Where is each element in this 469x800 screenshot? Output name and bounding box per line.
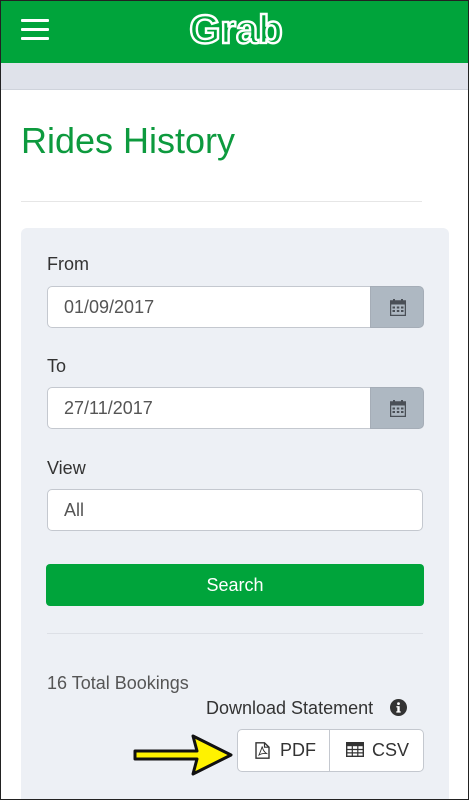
title-divider xyxy=(21,201,422,202)
view-label: View xyxy=(47,458,86,478)
top-app-bar: Grab xyxy=(1,1,468,63)
from-calendar-button[interactable] xyxy=(370,286,424,328)
svg-text:Grab: Grab xyxy=(189,8,282,52)
from-date-input[interactable]: 01/09/2017 xyxy=(47,286,371,328)
grab-logo: Grab xyxy=(188,7,284,53)
panel-divider xyxy=(47,633,423,634)
sub-header-bar xyxy=(1,63,468,90)
app-frame: Grab Rides History From 01/09/2017 To 27… xyxy=(0,0,469,800)
calendar-icon xyxy=(390,400,406,417)
download-button-group: PDF CSV xyxy=(237,729,424,772)
arrow-right-icon xyxy=(133,734,233,776)
table-icon xyxy=(346,742,364,757)
pdf-file-icon xyxy=(255,742,270,759)
to-label: To xyxy=(47,356,67,376)
from-label: From xyxy=(47,254,89,274)
calendar-icon xyxy=(390,299,406,316)
search-button[interactable]: Search xyxy=(46,564,424,606)
view-select[interactable]: All xyxy=(47,489,423,531)
total-bookings-count: 16 Total Bookings xyxy=(47,673,189,693)
csv-label: CSV xyxy=(372,740,410,760)
pdf-label: PDF xyxy=(280,740,316,760)
info-icon[interactable] xyxy=(390,699,407,716)
page-title: Rides History xyxy=(21,120,236,161)
hamburger-icon[interactable] xyxy=(21,19,49,41)
download-csv-button[interactable]: CSV xyxy=(330,730,423,771)
download-pdf-button[interactable]: PDF xyxy=(238,730,330,771)
download-statement-label: Download Statement xyxy=(206,698,374,718)
to-calendar-button[interactable] xyxy=(370,387,424,429)
to-date-input[interactable]: 27/11/2017 xyxy=(47,387,371,429)
